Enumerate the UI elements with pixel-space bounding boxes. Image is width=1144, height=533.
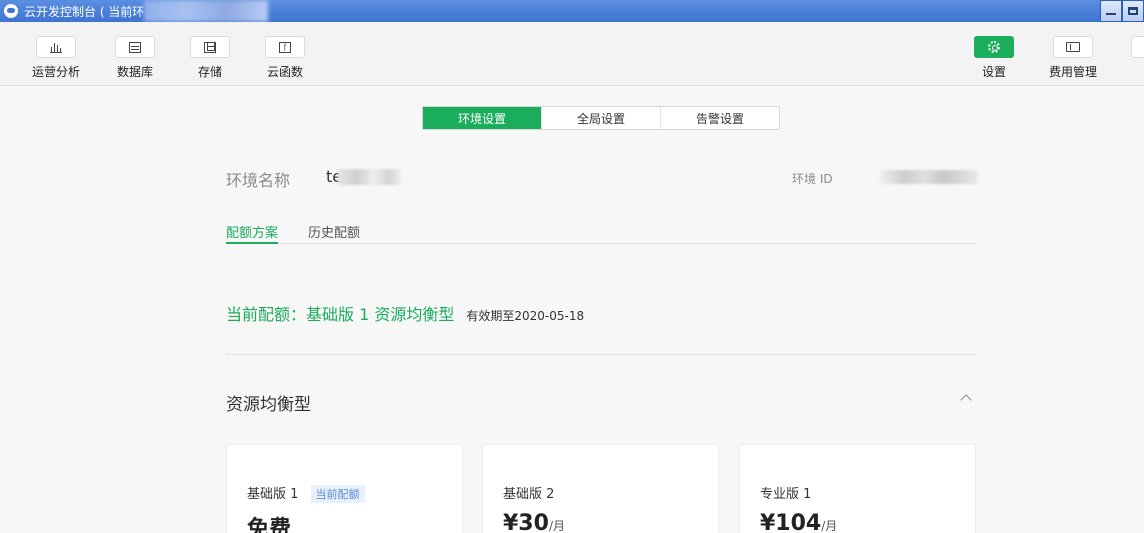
card-icon (1066, 42, 1080, 52)
plan-price: 免费 (247, 511, 291, 533)
env-id-label: 环境 ID (792, 172, 833, 186)
minimize-icon (1106, 13, 1116, 15)
toolbar-analytics[interactable]: 运营分析 (21, 36, 91, 80)
toolbar-database[interactable]: 数据库 (100, 36, 170, 80)
plan-price: ¥104/月 (760, 511, 837, 533)
quota-subtabs: 配额方案 历史配额 (226, 222, 976, 244)
billing-button[interactable] (1053, 36, 1093, 58)
billing-label: 费用管理 (1048, 65, 1097, 79)
divider (226, 354, 976, 355)
tab-quota-plan[interactable]: 配额方案 (226, 222, 279, 244)
toolbar-billing[interactable]: 费用管理 (1038, 36, 1108, 80)
toolbar-functions[interactable]: ƒ 云函数 (250, 36, 320, 80)
toolbar-storage[interactable]: 存储 (175, 36, 245, 80)
plan-name-row: 基础版 1 当前配额 (247, 483, 365, 503)
settings-button[interactable] (974, 36, 1014, 58)
functions-button[interactable]: ƒ (265, 36, 305, 58)
redacted-env-name (144, 0, 269, 22)
quota-expiry: 有效期至2020-05-18 (466, 309, 585, 323)
functions-label: 云函数 (266, 65, 303, 79)
plan-name: 基础版 2 (503, 487, 555, 502)
chevron-up-icon[interactable] (960, 394, 972, 406)
plan-price-unit: /月 (821, 519, 838, 533)
window-controls (1100, 0, 1144, 22)
storage-button[interactable] (190, 36, 230, 58)
env-name-label: 环境名称 (226, 171, 291, 190)
current-quota: 当前配额：基础版 1 资源均衡型 有效期至2020-05-18 (226, 301, 584, 325)
plan-price-unit: /月 (548, 519, 565, 533)
toolbar-tools-clipped[interactable] (1117, 36, 1144, 58)
database-label: 数据库 (116, 65, 153, 79)
plan-price-value: 免费 (247, 517, 292, 533)
function-icon: ƒ (279, 41, 291, 53)
plan-price-value: ¥104 (760, 511, 822, 533)
current-plan-badge: 当前配额 (310, 485, 365, 503)
app-logo-icon (4, 4, 18, 18)
analytics-label: 运营分析 (31, 65, 80, 79)
database-icon (129, 41, 141, 53)
plan-name: 基础版 1 (247, 487, 299, 502)
storage-icon (204, 41, 216, 53)
settings-label: 设置 (981, 65, 1006, 79)
plan-card-basic-2[interactable]: 基础版 2 ¥30/月 (482, 444, 719, 533)
section-title: 资源均衡型 (226, 395, 311, 415)
storage-label: 存储 (197, 65, 222, 79)
window-titlebar: 云开发控制台 ( 当前环 (0, 0, 1144, 22)
plan-name: 专业版 1 (760, 487, 812, 502)
tab-global-settings[interactable]: 全局设置 (542, 107, 661, 129)
tab-quota-history[interactable]: 历史配额 (308, 222, 360, 244)
toolbar-settings[interactable]: 设置 (959, 36, 1029, 80)
database-button[interactable] (115, 36, 155, 58)
plan-card-basic-1[interactable]: 基础版 1 当前配额 免费 (226, 444, 463, 533)
tools-button[interactable] (1131, 36, 1144, 58)
maximize-icon (1128, 7, 1138, 15)
tab-alert-settings[interactable]: 告警设置 (661, 107, 779, 129)
minimize-button[interactable] (1100, 0, 1122, 22)
tab-env-settings[interactable]: 环境设置 (423, 107, 542, 129)
current-quota-label: 当前配额：基础版 1 资源均衡型 (226, 305, 455, 324)
plan-price: ¥30/月 (503, 511, 565, 533)
settings-tabs: 环境设置 全局设置 告警设置 (422, 106, 780, 130)
main-toolbar: 运营分析 数据库 存储 ƒ 云函数 设置 费用管理 (0, 22, 1144, 86)
redacted-env-name-value (338, 169, 402, 185)
plan-card-pro-1[interactable]: 专业版 1 ¥104/月 (739, 444, 976, 533)
plan-price-value: ¥30 (503, 511, 549, 533)
analytics-button[interactable] (36, 36, 76, 58)
maximize-button[interactable] (1122, 0, 1144, 22)
window-title: 云开发控制台 ( 当前环 (24, 4, 145, 19)
bar-chart-icon (50, 42, 62, 53)
gear-icon (988, 41, 1000, 53)
redacted-env-id-value (880, 170, 978, 184)
